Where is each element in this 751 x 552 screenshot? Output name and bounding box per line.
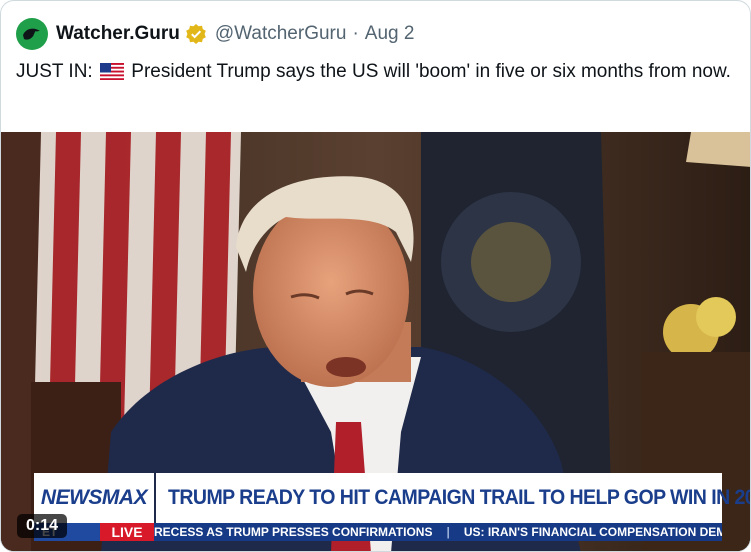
ticker-item: RECESS AS TRUMP PRESSES CONFIRMATIONS (154, 525, 433, 539)
tweet-text-prefix: JUST IN: (16, 61, 93, 82)
video-timestamp: 0:14 (17, 514, 68, 538)
watcher-guru-logo-icon (23, 28, 40, 40)
news-headline: TRUMP READY TO HIT CAMPAIGN TRAIL TO HEL… (168, 486, 751, 509)
tweet-header: Watcher.Guru @WatcherGuru · Aug 2 (16, 17, 414, 51)
live-badge: LIVE (100, 523, 154, 541)
user-handle[interactable]: @WatcherGuru (215, 23, 347, 45)
verified-badge-icon (185, 23, 207, 45)
tweet-text: JUST IN: President Trump says the US wil… (16, 58, 736, 88)
tweet-card[interactable]: Watcher.Guru @WatcherGuru · Aug 2 JUST I… (0, 0, 751, 552)
newsmax-logo: NEWSMAX (40, 486, 148, 509)
tweet-date[interactable]: Aug 2 (365, 23, 415, 45)
display-name[interactable]: Watcher.Guru (56, 23, 180, 45)
tweet-text-body: President Trump says the US will 'boom' … (131, 61, 731, 82)
news-lower-third: NEWSMAX TRUMP READY TO HIT CAMPAIGN TRAI… (34, 473, 750, 551)
separator-dot: · (352, 23, 359, 44)
headline-box: TRUMP READY TO HIT CAMPAIGN TRAIL TO HEL… (156, 473, 750, 523)
us-flag-icon (100, 61, 124, 88)
news-ticker: RECESS AS TRUMP PRESSES CONFIRMATIONS | US… (154, 523, 722, 541)
avatar[interactable] (16, 18, 48, 50)
ticker-item: US: IRAN'S FINANCIAL COMPENSATION DEM (463, 525, 722, 539)
ticker-separator: | (446, 525, 450, 539)
